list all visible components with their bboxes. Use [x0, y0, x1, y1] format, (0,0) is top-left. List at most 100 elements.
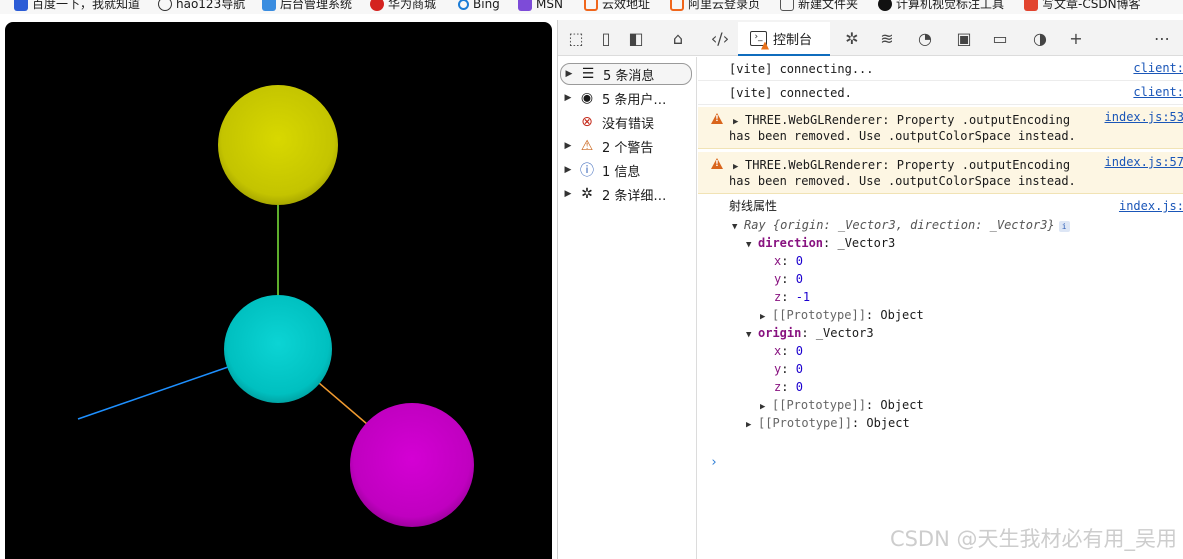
source-link[interactable]: client: — [1133, 61, 1183, 75]
source-link[interactable]: index.js: — [1119, 199, 1183, 213]
console-prompt[interactable]: › — [710, 455, 718, 470]
bookmark-bing[interactable]: Bing — [458, 0, 500, 13]
info-badge-icon[interactable]: i — [1058, 221, 1070, 232]
collapse-arrow-icon[interactable]: ▼ — [746, 326, 758, 344]
console-output: [vite] connecting... client: [vite] conn… — [698, 57, 1183, 559]
console-sidebar: ▶ ☰ 5 条消息 ▶ ◉ 5 条用户… ⊗ 没有错误 ▶ ⚠ 2 个警告 ▶ ⓘ 1 信息 ▶ ✲ 2 条详细… — [558, 57, 697, 559]
bookmark-msn[interactable]: MSN — [518, 0, 563, 13]
warning-dot-icon — [761, 41, 769, 50]
bookmark-csdn[interactable]: 写文章-CSDN博客 — [1024, 0, 1141, 13]
ray-prototype[interactable]: ▶ [[Prototype]]: Object — [746, 414, 910, 434]
webgl-canvas[interactable] — [5, 22, 552, 559]
origin-z: z: 0 — [774, 380, 803, 394]
info-icon: ⓘ — [580, 163, 594, 179]
tab-console[interactable]: ›_ 控制台 — [738, 22, 830, 56]
origin-y: y: 0 — [774, 362, 803, 376]
sphere-yellow — [218, 85, 338, 205]
device-icon[interactable]: ▯ — [594, 26, 618, 50]
sidebar-item-label: 5 条消息 — [603, 68, 655, 84]
bookmark-yunxiao[interactable]: 云效地址 — [584, 0, 650, 13]
sidebar-item-error[interactable]: ⊗ 没有错误 — [560, 111, 692, 133]
direction-z: z: -1 — [774, 290, 811, 304]
direction-prototype[interactable]: ▶ [[Prototype]]: Object — [760, 306, 924, 326]
folder-icon — [780, 0, 794, 11]
expand-arrow-icon: ▶ — [564, 189, 572, 199]
more-icon[interactable]: ⋯ — [1150, 26, 1174, 50]
source-link[interactable]: index.js:57 — [1105, 155, 1183, 169]
warning-icon: ! — [711, 113, 723, 124]
collapse-arrow-icon[interactable]: ▼ — [732, 218, 744, 236]
bookmark-huawei[interactable]: 华为商城 — [370, 0, 436, 13]
message-text: [vite] connected. — [729, 86, 852, 100]
verbose-icon: ✲ — [581, 186, 593, 202]
direction-x: x: 0 — [774, 254, 803, 268]
console-message: [vite] connecting... client: — [698, 57, 1183, 81]
bug-icon[interactable]: ✲ — [840, 26, 864, 50]
devtools-panel: ⬚ ▯ ◧ ⌂ ‹/› ›_ 控制台 ✲ ≋ ◔ ▣ ▭ ◑ + ⋯ ▶ ☰ 5 条… — [557, 20, 1183, 559]
warning-icon: ! — [711, 158, 723, 169]
memory-icon[interactable]: ▣ — [952, 26, 976, 50]
watermark: CSDN @天生我材必有用_吴用 — [889, 527, 1177, 551]
sidebar-item-list[interactable]: ▶ ☰ 5 条消息 — [560, 63, 692, 85]
csdn-icon — [1024, 0, 1038, 11]
baidu-icon — [14, 0, 28, 11]
home-icon[interactable]: ⌂ — [666, 26, 690, 50]
sidebar-item-verbose[interactable]: ▶ ✲ 2 条详细… — [560, 183, 692, 205]
devtools-toolbar: ⬚ ▯ ◧ ⌂ ‹/› ›_ 控制台 ✲ ≋ ◔ ▣ ▭ ◑ + ⋯ — [558, 20, 1183, 56]
dock-icon[interactable]: ◧ — [624, 26, 648, 50]
admin-icon — [262, 0, 276, 11]
bookmark-admin[interactable]: 后台管理系统 — [262, 0, 352, 13]
sidebar-item-label: 5 条用户… — [602, 92, 667, 108]
lighthouse-icon[interactable]: ◑ — [1028, 26, 1052, 50]
add-icon[interactable]: + — [1064, 26, 1088, 50]
annotation-icon — [878, 0, 892, 11]
inspect-icon[interactable]: ⬚ — [564, 26, 588, 50]
aliyun-icon — [584, 0, 598, 11]
elements-icon[interactable]: ‹/› — [708, 26, 732, 50]
bookmark-aliyun-login[interactable]: 阿里云登录页 — [670, 0, 760, 13]
expand-arrow-icon[interactable]: ▶ — [746, 416, 758, 434]
warning-icon: ⚠ — [580, 138, 594, 154]
application-icon[interactable]: ▭ — [988, 26, 1012, 50]
sidebar-item-label: 2 个警告 — [602, 140, 654, 156]
console-warning: ! ▶ THREE.WebGLRenderer: Property .output… — [698, 152, 1183, 194]
bookmarks-bar: 百度一下，我就知道 hao123导航 后台管理系统 华为商城 Bing MSN … — [0, 0, 1183, 14]
log-label: 射线属性 — [729, 199, 778, 213]
bookmark-new-folder[interactable]: 新建文件夹 — [780, 0, 858, 13]
globe-icon — [158, 0, 172, 11]
sphere-cyan — [224, 295, 332, 403]
source-link[interactable]: index.js:53 — [1105, 110, 1183, 124]
source-link[interactable]: client: — [1133, 85, 1183, 99]
warning-line-2: has been removed. Use .outputColorSpace … — [729, 174, 1076, 188]
ray-summary[interactable]: ▼ Ray {origin: _Vector3, direction: _Vect… — [732, 216, 1070, 236]
expand-arrow-icon: ▶ — [564, 93, 572, 103]
sidebar-item-label: 没有错误 — [602, 116, 655, 132]
expand-arrow-icon: ▶ — [564, 141, 572, 151]
user-icon: ◉ — [580, 90, 594, 106]
expand-arrow-icon: ▶ — [564, 165, 572, 175]
aliyun-icon — [670, 0, 684, 11]
error-icon: ⊗ — [581, 114, 593, 130]
list-icon: ☰ — [581, 66, 595, 82]
origin-x: x: 0 — [774, 344, 803, 358]
direction-node[interactable]: ▼ direction: _Vector3 — [746, 234, 895, 254]
sidebar-item-user[interactable]: ▶ ◉ 5 条用户… — [560, 87, 692, 109]
performance-icon[interactable]: ◔ — [913, 26, 937, 50]
bookmark-hao123[interactable]: hao123导航 — [158, 0, 245, 13]
expand-arrow-icon: ▶ — [565, 69, 573, 79]
tab-console-label: 控制台 — [773, 32, 813, 48]
bookmark-baidu[interactable]: 百度一下，我就知道 — [14, 0, 140, 13]
collapse-arrow-icon[interactable]: ▼ — [746, 236, 758, 254]
origin-node[interactable]: ▼ origin: _Vector3 — [746, 324, 874, 344]
sidebar-item-info[interactable]: ▶ ⓘ 1 信息 — [560, 159, 692, 181]
search-icon — [458, 0, 469, 10]
bookmark-annotation[interactable]: 计算机视觉标注工具 — [878, 0, 1004, 13]
direction-y: y: 0 — [774, 272, 803, 286]
sidebar-item-warning[interactable]: ▶ ⚠ 2 个警告 — [560, 135, 692, 157]
scene-svg — [77, 85, 474, 527]
msn-icon — [518, 0, 532, 11]
network-icon[interactable]: ≋ — [875, 26, 899, 50]
message-text: [vite] connecting... — [729, 62, 874, 76]
origin-prototype[interactable]: ▶ [[Prototype]]: Object — [760, 396, 924, 416]
console-message: [vite] connected. client: — [698, 81, 1183, 105]
